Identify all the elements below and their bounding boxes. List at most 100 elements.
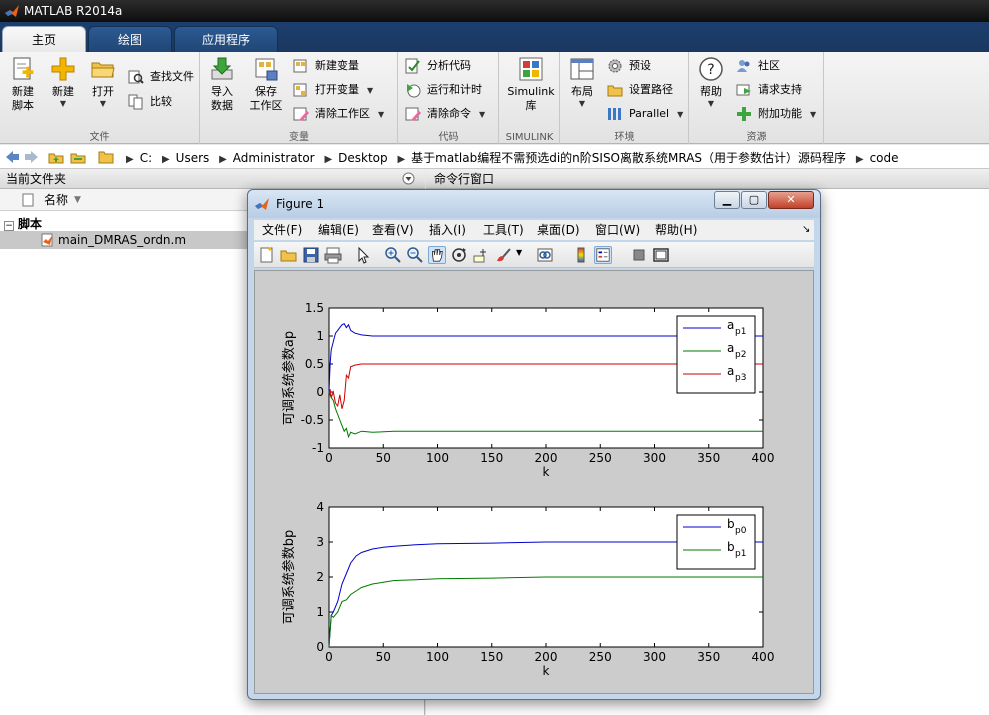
set-path-button[interactable]: 设置路径: [607, 80, 673, 100]
y-tick-label: -0.5: [301, 413, 324, 427]
y-tick-label: 0: [316, 640, 324, 654]
close-button[interactable]: ✕: [768, 191, 814, 209]
x-tick-label: 350: [697, 650, 720, 664]
analyze-code-label: 分析代码: [427, 59, 471, 72]
parallel-button[interactable]: Parallel ▼: [607, 104, 683, 124]
sort-arrow-icon[interactable]: ▼: [74, 189, 81, 211]
menu-insert[interactable]: 插入(I): [429, 220, 466, 240]
menu-desktop[interactable]: 桌面(D): [537, 220, 580, 240]
up-folder-icon[interactable]: [48, 149, 64, 165]
menu-view[interactable]: 查看(V): [372, 220, 414, 240]
import-label-2: 数据: [211, 99, 233, 112]
y-tick-label: 1: [316, 329, 324, 343]
tab-home[interactable]: 主页: [2, 26, 86, 52]
colorbar-icon[interactable]: [572, 246, 590, 264]
environment-group: 布局 ▼ 预设 设置路径 Parallel ▼ 环境: [561, 52, 689, 144]
panel-menu-icon[interactable]: [402, 172, 415, 185]
save-workspace-label-2: 工作区: [249, 99, 283, 112]
breadcrumb-item[interactable]: code: [870, 151, 899, 165]
help-button[interactable]: ? 帮助 ▼: [692, 56, 730, 109]
clear-commands-button[interactable]: 清除命令 ▼: [405, 104, 485, 124]
figure-canvas[interactable]: 0 50 100 150 200 250 300 350 400 -1 -0.5 0 0.5 1 1.5 k 可…: [254, 270, 814, 694]
new-button[interactable]: 新建 ▼: [44, 56, 82, 109]
compare-button[interactable]: 比较: [128, 92, 172, 112]
x-tick-label: 250: [589, 650, 612, 664]
chevron-down-icon[interactable]: ▼: [516, 248, 522, 257]
legend-icon[interactable]: [594, 246, 612, 264]
open-variable-label: 打开变量: [315, 83, 359, 96]
forward-arrow-icon[interactable]: [24, 149, 40, 165]
brush-icon[interactable]: [494, 246, 512, 264]
breadcrumb-item[interactable]: C:: [140, 151, 152, 165]
menu-tools[interactable]: 工具(T): [483, 220, 524, 240]
clear-workspace-label: 清除工作区: [315, 107, 370, 120]
show-plot-tools-icon[interactable]: [652, 246, 670, 264]
breadcrumb-item[interactable]: Users: [176, 151, 210, 165]
new-script-button[interactable]: 新建 脚本: [4, 56, 42, 113]
zoom-out-icon[interactable]: [406, 246, 424, 264]
x-tick-label: 150: [480, 650, 503, 664]
save-workspace-button[interactable]: 保存 工作区: [245, 56, 287, 113]
tab-plots[interactable]: 绘图: [88, 26, 172, 52]
request-support-button[interactable]: 请求支持: [736, 80, 802, 100]
figure-toolbar: ▼: [254, 242, 814, 268]
find-files-label: 查找文件: [150, 70, 194, 83]
clear-workspace-button[interactable]: 清除工作区 ▼: [293, 104, 384, 124]
minimize-button[interactable]: ▁: [714, 191, 740, 209]
save-workspace-icon: [253, 56, 279, 82]
find-files-button[interactable]: 查找文件: [128, 67, 194, 87]
name-column-header[interactable]: 名称: [44, 189, 68, 211]
breadcrumb-item[interactable]: Administrator: [233, 151, 315, 165]
legend-box: [676, 514, 756, 570]
request-support-label: 请求支持: [758, 83, 802, 96]
save-icon[interactable]: [302, 246, 320, 264]
open-button[interactable]: 打开 ▼: [84, 56, 122, 109]
menu-edit[interactable]: 编辑(E): [318, 220, 359, 240]
simulink-library-button[interactable]: Simulink 库: [504, 56, 558, 113]
open-file-icon[interactable]: [280, 246, 298, 264]
figure-titlebar[interactable]: Figure 1 ▁ ▢ ✕: [248, 190, 820, 218]
hide-plot-tools-icon[interactable]: [630, 246, 648, 264]
plot-area[interactable]: 0 50 100 150 200 250 300 350 400-1-0.500.511.5k可…: [255, 271, 815, 695]
support-icon: [736, 84, 751, 96]
compare-icon: [128, 94, 143, 110]
import-data-button[interactable]: 导入 数据: [203, 56, 241, 113]
help-icon: ?: [698, 56, 724, 82]
x-tick-label: 50: [376, 650, 391, 664]
open-label: 打开: [92, 85, 114, 98]
run-and-time-button[interactable]: 运行和计时: [405, 80, 482, 100]
zoom-in-icon[interactable]: [384, 246, 402, 264]
rotate-3d-icon[interactable]: [450, 246, 468, 264]
browse-folder-icon[interactable]: [70, 149, 86, 165]
parallel-icon: [608, 108, 621, 120]
menu-help[interactable]: 帮助(H): [655, 220, 697, 240]
collapse-icon[interactable]: −: [4, 221, 14, 231]
data-cursor-icon[interactable]: [472, 246, 490, 264]
legend-entry: a: [727, 364, 734, 378]
run-and-time-label: 运行和计时: [427, 83, 482, 96]
chevron-right-icon: ▶: [126, 154, 134, 165]
scripts-group[interactable]: − 脚本: [4, 215, 42, 232]
breadcrumb-item[interactable]: Desktop: [338, 151, 388, 165]
tab-apps[interactable]: 应用程序: [174, 26, 278, 52]
legend-entry: b: [727, 540, 735, 554]
layout-button[interactable]: 布局 ▼: [563, 56, 601, 109]
print-icon[interactable]: [324, 246, 342, 264]
y-tick-label: 1: [316, 605, 324, 619]
preferences-button[interactable]: 预设: [607, 56, 651, 76]
maximize-button[interactable]: ▢: [741, 191, 767, 209]
menu-window[interactable]: 窗口(W): [595, 220, 640, 240]
dock-arrow-icon[interactable]: ↘: [802, 220, 810, 240]
pointer-icon[interactable]: [354, 246, 372, 264]
pan-icon[interactable]: [428, 246, 446, 264]
back-arrow-icon[interactable]: [4, 149, 20, 165]
breadcrumb-item[interactable]: 基于matlab编程不需预选di的n阶SISO离散系统MRAS（用于参数估计）源…: [411, 151, 846, 165]
community-button[interactable]: 社区: [736, 56, 780, 76]
link-plot-icon[interactable]: [536, 246, 554, 264]
analyze-code-button[interactable]: 分析代码: [405, 56, 471, 76]
open-variable-button[interactable]: 打开变量 ▼: [293, 80, 373, 100]
new-variable-button[interactable]: 新建变量: [293, 56, 359, 76]
add-ons-button[interactable]: 附加功能 ▼: [736, 104, 816, 124]
new-figure-icon[interactable]: [258, 246, 276, 264]
menu-file[interactable]: 文件(F): [262, 220, 302, 240]
